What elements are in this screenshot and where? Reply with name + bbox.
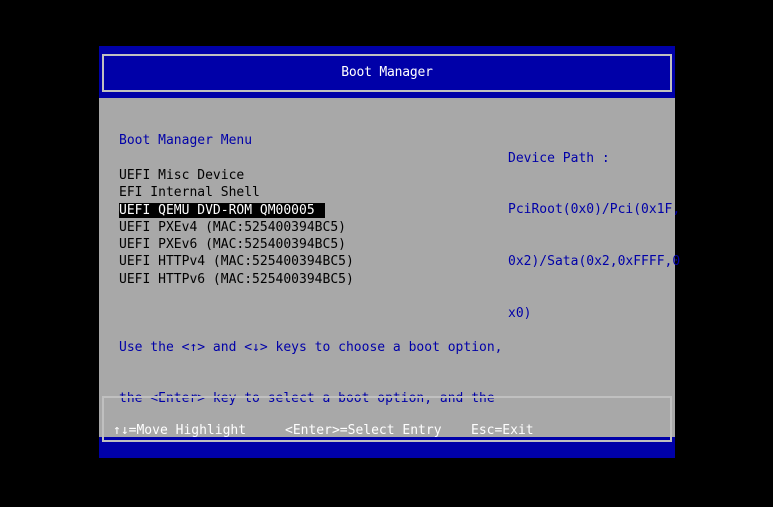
device-path-value-line: 0x2)/Sata(0x2,0xFFFF,0 — [508, 254, 681, 270]
boot-option-efi-internal-shell[interactable]: EFI Internal Shell — [119, 184, 356, 201]
page-title: Boot Manager — [341, 65, 433, 80]
boot-option-list: UEFI Misc Device EFI Internal Shell UEFI… — [119, 167, 356, 288]
boot-option-uefi-misc-device[interactable]: UEFI Misc Device — [119, 167, 356, 184]
boot-option-label: UEFI HTTPv6 (MAC:525400394BC5) — [119, 271, 354, 287]
boot-option-uefi-pxev6[interactable]: UEFI PXEv6 (MAC:525400394BC5) — [119, 236, 356, 253]
boot-option-uefi-httpv6[interactable]: UEFI HTTPv6 (MAC:525400394BC5) — [119, 271, 356, 288]
boot-option-uefi-httpv4[interactable]: UEFI HTTPv4 (MAC:525400394BC5) — [119, 253, 356, 270]
device-path-info: Device Path : PciRoot(0x0)/Pci(0x1F, 0x2… — [508, 115, 680, 357]
boot-option-label: UEFI PXEv6 (MAC:525400394BC5) — [119, 237, 346, 253]
help-line: Use the <↑> and <↓> keys to choose a boo… — [119, 339, 503, 355]
boot-option-uefi-qemu-dvd-rom[interactable]: UEFI QEMU DVD-ROM QM00005 — [119, 202, 356, 219]
boot-option-label: UEFI HTTPv4 (MAC:525400394BC5) — [119, 254, 354, 270]
footer-frame-bottom — [102, 438, 672, 442]
footer-exit-hint: Esc=Exit — [471, 423, 534, 438]
boot-option-label: UEFI PXEv4 (MAC:525400394BC5) — [119, 219, 346, 235]
boot-option-label: UEFI Misc Device — [119, 168, 245, 183]
header-bar: Boot Manager — [99, 46, 675, 98]
help-line: <Esc> key to exit the Boot Manager Menu. — [119, 443, 433, 459]
footer-move-highlight-hint: ↑↓=Move Highlight — [113, 423, 247, 438]
footer-select-entry-hint: <Enter>=Select Entry — [285, 423, 442, 438]
device-path-label: Device Path : — [508, 150, 610, 166]
boot-manager-screen: Boot Manager Boot Manager Menu UEFI Misc… — [99, 46, 680, 458]
boot-option-uefi-pxev4[interactable]: UEFI PXEv4 (MAC:525400394BC5) — [119, 219, 356, 236]
boot-option-label: UEFI QEMU DVD-ROM QM00005 — [119, 202, 325, 218]
boot-option-label: EFI Internal Shell — [119, 185, 260, 201]
device-path-value-line: x0) — [508, 306, 532, 322]
device-path-value-line: PciRoot(0x0)/Pci(0x1F, — [508, 202, 681, 218]
main-panel: Boot Manager Menu UEFI Misc Device EFI I… — [99, 98, 680, 458]
menu-heading: Boot Manager Menu — [119, 133, 253, 148]
